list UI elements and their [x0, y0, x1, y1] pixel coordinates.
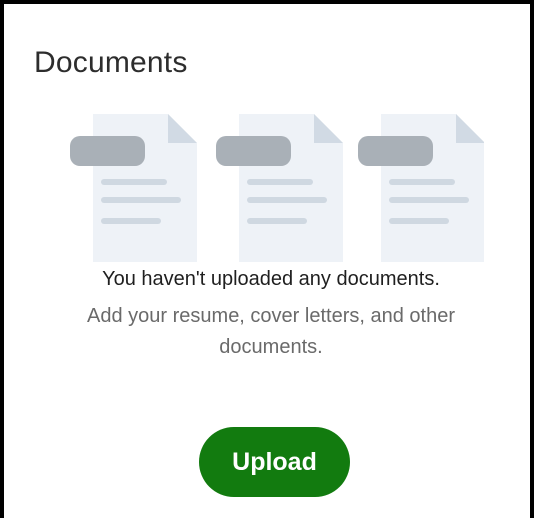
empty-documents-illustration: [70, 114, 484, 262]
document-icon: [358, 114, 484, 262]
documents-card: Documents You haven't uploaded any docum…: [0, 0, 534, 518]
document-icon: [216, 114, 343, 262]
document-icon: [70, 114, 197, 262]
upload-button[interactable]: Upload: [199, 427, 350, 497]
empty-state-hint: Add your resume, cover letters, and othe…: [87, 305, 455, 358]
card-title: Documents: [34, 46, 188, 79]
empty-state-message: You haven't uploaded any documents.: [102, 268, 440, 290]
